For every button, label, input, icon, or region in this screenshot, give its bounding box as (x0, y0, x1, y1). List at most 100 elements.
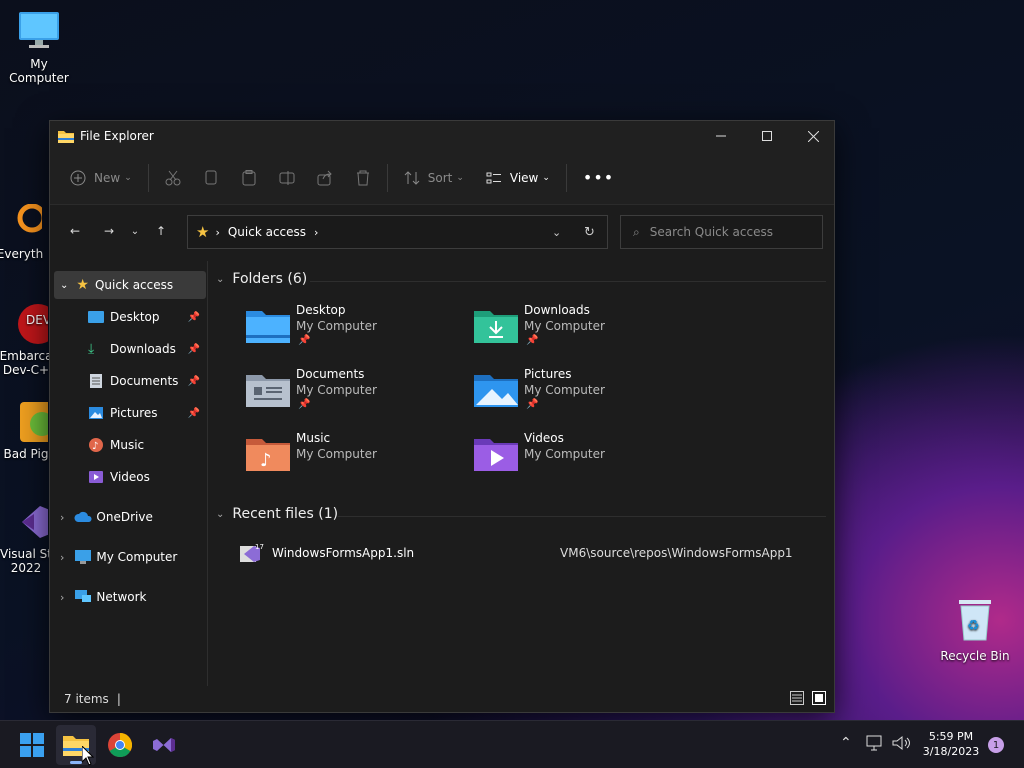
folders-section-header[interactable]: ⌄ Folders (6) (216, 271, 307, 287)
delete-button[interactable] (349, 162, 377, 194)
paste-button[interactable] (235, 162, 263, 194)
folder-tile[interactable]: Desktop My Computer 📌 (246, 303, 466, 359)
magnifier-icon (17, 203, 47, 233)
maximize-button[interactable] (744, 121, 790, 151)
clock-time: 5:59 PM (928, 730, 974, 743)
pictures-folder-icon (474, 375, 518, 407)
recent-locations-button[interactable]: ⌄ (124, 216, 146, 246)
solution-file-icon: 17 (240, 543, 264, 562)
folder-name: Downloads (524, 303, 590, 317)
start-button[interactable] (12, 725, 52, 765)
desktop-icon-visual-studio[interactable]: Visual St 2022 (0, 500, 54, 575)
folder-tile[interactable]: Documents My Computer 📌 (246, 367, 466, 423)
item-count: 7 items (64, 692, 109, 706)
desktop-icon-everything[interactable]: Everyth (0, 203, 50, 261)
folder-tile[interactable]: ♪ Music My Computer (246, 431, 466, 487)
svg-text:♻: ♻ (967, 618, 980, 634)
sidebar-item-label: Pictures (110, 406, 158, 420)
refresh-button[interactable]: ↻ (584, 225, 595, 240)
rename-button[interactable] (273, 162, 301, 194)
notification-badge[interactable]: 1 (988, 737, 1004, 753)
content-pane: ⌄ Folders (6) Desktop My Computer 📌 Down… (210, 261, 834, 686)
folder-location: My Computer (524, 383, 605, 397)
desktop-icon-my-computer[interactable]: My Computer (0, 10, 79, 85)
sidebar-item-label: Network (96, 590, 147, 604)
file-explorer-window: File Explorer New ⌄ Sort ⌄ View ⌄ ••• ← … (49, 120, 835, 713)
status-bar: 7 items | (50, 686, 834, 712)
divider (338, 516, 826, 517)
desktop-icon-label: My Computer (9, 57, 69, 85)
clipboard-icon (242, 169, 256, 185)
recent-file-name: WindowsFormsApp1.sln (272, 546, 415, 560)
mouse-cursor-icon (82, 746, 94, 766)
minimize-icon (716, 135, 726, 137)
view-list-icon (486, 172, 501, 183)
share-button[interactable] (311, 162, 339, 194)
volume-button[interactable] (892, 735, 910, 754)
sidebar-item-network[interactable]: › Network (54, 583, 206, 611)
back-button[interactable]: ← (60, 216, 90, 246)
sort-icon (404, 170, 420, 185)
tiles-view-icon (812, 691, 826, 705)
network-status-button[interactable] (866, 735, 884, 754)
videos-icon (89, 471, 103, 483)
taskbar-visual-studio[interactable] (144, 725, 184, 765)
desktop-icon-devcpp[interactable]: DEV Embarca Dev-C+ (0, 302, 58, 377)
desktop-icon-bad-piggies[interactable]: Bad Pig (0, 400, 58, 461)
desktop-icon-label: Embarca Dev-C+ (0, 349, 53, 377)
sidebar-item-pictures[interactable]: Pictures 📌 (54, 399, 206, 427)
cut-button[interactable] (159, 162, 187, 194)
folder-name: Desktop (296, 303, 346, 317)
recent-file-row[interactable]: 17 WindowsFormsApp1.sln VM6\source\repos… (240, 541, 820, 565)
folder-tile[interactable]: Downloads My Computer 📌 (474, 303, 694, 359)
sidebar-item-documents[interactable]: Documents 📌 (54, 367, 206, 395)
minimize-button[interactable] (698, 121, 744, 151)
share-icon (317, 170, 332, 185)
monitor-icon (19, 12, 59, 48)
music-icon: ♪ (89, 438, 103, 452)
devcpp-icon: DEV (18, 304, 58, 344)
close-button[interactable] (790, 121, 836, 151)
address-box[interactable]: ★ › Quick access › ⌄ ↻ (187, 215, 608, 249)
sidebar-item-my-computer[interactable]: › My Computer (54, 543, 206, 571)
more-options-button[interactable]: ••• (577, 162, 620, 194)
search-input[interactable]: ⌕ Search Quick access (620, 215, 823, 249)
arrow-right-icon: → (103, 224, 115, 238)
sort-button[interactable]: Sort ⌄ (398, 162, 470, 194)
folder-name: Documents (296, 367, 365, 381)
download-icon: ⤓ (88, 341, 95, 357)
folder-tile[interactable]: Videos My Computer (474, 431, 694, 487)
details-view-button[interactable] (790, 691, 804, 708)
taskbar-chrome[interactable] (100, 725, 140, 765)
folder-tile[interactable]: Pictures My Computer 📌 (474, 367, 694, 423)
sidebar-item-downloads[interactable]: ⤓ Downloads 📌 (54, 335, 206, 363)
chevron-right-icon: › (215, 225, 220, 239)
desktop-icon-recycle-bin[interactable]: ♻ Recycle Bin (935, 598, 1015, 663)
tiles-view-button[interactable] (812, 691, 826, 708)
address-dropdown-button[interactable]: ⌄ (552, 226, 561, 239)
sidebar-item-label: Videos (110, 470, 150, 484)
pin-icon: 📌 (187, 375, 200, 387)
pig-icon (20, 402, 58, 442)
arrow-up-icon: ↑ (155, 224, 167, 238)
documents-folder-icon (246, 375, 290, 407)
clock[interactable]: 5:59 PM 3/18/2023 (922, 729, 980, 759)
sidebar-item-desktop[interactable]: Desktop 📌 (54, 303, 206, 331)
chevron-down-icon: ⌄ (456, 172, 464, 183)
navigation-pane: ⌄ ★ Quick access Desktop 📌 ⤓ Downloads 📌… (50, 261, 208, 686)
chevron-right-icon: › (60, 550, 65, 564)
sidebar-item-quick-access[interactable]: ⌄ ★ Quick access (54, 271, 206, 299)
sidebar-item-videos[interactable]: Videos (54, 463, 206, 491)
forward-button[interactable]: → (94, 216, 124, 246)
svg-text:DEV: DEV (26, 313, 48, 327)
sidebar-item-music[interactable]: ♪ Music (54, 431, 206, 459)
new-button[interactable]: New ⌄ (64, 162, 138, 194)
show-hidden-icons-button[interactable]: ⌃ (840, 735, 852, 751)
recent-files-section-header[interactable]: ⌄ Recent files (1) (216, 506, 338, 522)
up-button[interactable]: ↑ (146, 216, 176, 246)
copy-button[interactable] (197, 162, 225, 194)
sidebar-item-onedrive[interactable]: › OneDrive (54, 503, 206, 531)
desktop-icon-label: Visual St 2022 (0, 547, 52, 575)
breadcrumb-quick-access[interactable]: Quick access (228, 225, 306, 239)
view-button[interactable]: View ⌄ (480, 162, 556, 194)
